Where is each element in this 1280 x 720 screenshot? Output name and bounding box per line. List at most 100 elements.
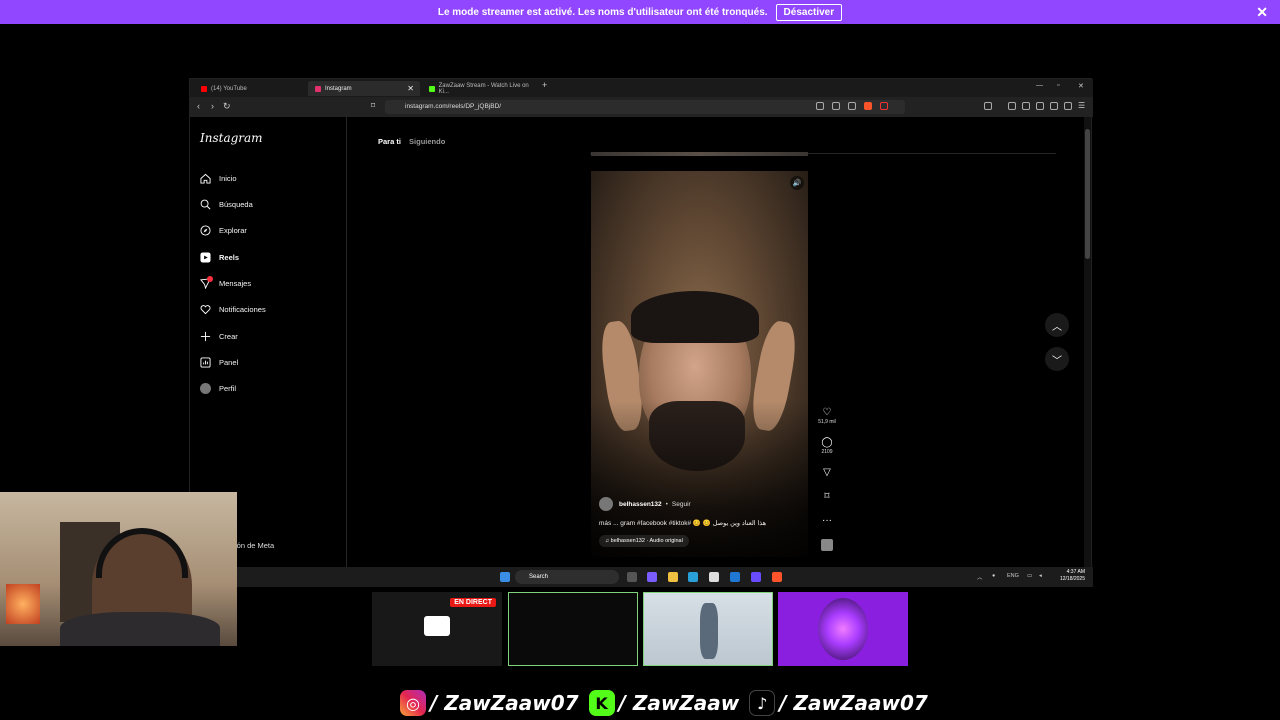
close-tab-icon[interactable]: ✕ — [407, 84, 414, 93]
maximize-icon[interactable]: ▫ — [1057, 82, 1059, 89]
plus-icon — [200, 331, 211, 342]
store-icon[interactable] — [709, 572, 719, 582]
save-button[interactable]: ⌑ — [816, 491, 838, 515]
previous-reel-button[interactable]: ︿ — [1045, 313, 1069, 337]
brand-logo — [818, 598, 868, 660]
music-icon[interactable] — [1008, 102, 1016, 110]
next-reel-button[interactable]: ﹀ — [1045, 347, 1069, 371]
task-view-icon[interactable] — [627, 572, 637, 582]
browser-window: (14) YouTube Instagram ✕ ZawZaaw Stream … — [189, 78, 1093, 587]
stream-thumbnail-live[interactable]: EN DIRECT — [372, 592, 502, 666]
forward-icon[interactable]: › — [211, 101, 214, 111]
audio-thumbnail[interactable] — [816, 539, 838, 553]
webcam-shirt — [60, 612, 220, 646]
meta-footer-link[interactable]: ión de Meta — [235, 541, 274, 550]
tab-siguiendo[interactable]: Siguiendo — [409, 137, 445, 146]
heart-icon — [200, 304, 211, 315]
sidebar-item-panel[interactable]: Panel — [200, 355, 238, 369]
sidebar-item-busqueda[interactable]: Búsqueda — [200, 197, 253, 211]
feed-tabs: Para ti Siguiendo — [378, 137, 451, 146]
sidebar-item-mensajes[interactable]: Mensajes — [200, 275, 252, 290]
ai-icon[interactable] — [1050, 102, 1058, 110]
extensions-icon[interactable] — [1036, 102, 1044, 110]
disable-streamer-mode-button[interactable]: Désactiver — [775, 3, 843, 21]
page-scrollbar[interactable] — [1084, 117, 1091, 567]
author-avatar[interactable] — [599, 497, 613, 511]
sidebar-item-notificaciones[interactable]: Notificaciones — [200, 302, 266, 316]
menu-icon[interactable]: ☰ — [1078, 101, 1085, 110]
reels-icon — [200, 251, 211, 263]
scrollbar-thumb[interactable] — [1085, 129, 1090, 259]
instagram-logo[interactable]: Instagram — [200, 131, 263, 145]
brave-icon[interactable] — [772, 572, 782, 582]
avatar-icon — [200, 382, 211, 394]
sidebar-item-reels[interactable]: Reels — [200, 250, 239, 264]
split-view-icon[interactable] — [1022, 102, 1030, 110]
brave-shield-icon[interactable] — [864, 102, 872, 110]
sidebar-item-explorar[interactable]: Explorar — [200, 223, 247, 237]
reel-video[interactable]: 🔊 belhassen132 • Seguir más ... gram #fa… — [591, 171, 808, 557]
stream-thumbnail-brand[interactable] — [778, 592, 908, 666]
network-icon[interactable]: ▭ — [1027, 573, 1032, 579]
url-field[interactable]: instagram.com/reels/DP_jQBjBD/ — [385, 100, 905, 114]
tab-youtube[interactable]: (14) YouTube — [194, 81, 306, 96]
edge-icon[interactable] — [688, 572, 698, 582]
sidebar-item-crear[interactable]: Crear — [200, 329, 238, 343]
back-icon[interactable]: ‹ — [197, 101, 200, 111]
chevron-up-icon: ︿ — [1052, 321, 1062, 333]
tab-instagram[interactable]: Instagram ✕ — [308, 81, 420, 96]
video-hair — [631, 291, 759, 343]
speaker-icon[interactable]: ◂ — [1039, 573, 1042, 579]
taskbar-search[interactable]: Search — [515, 570, 619, 584]
close-icon[interactable]: ✕ — [1256, 4, 1268, 21]
sidebar-item-inicio[interactable]: Inicio — [200, 171, 237, 185]
tab-label: Instagram — [325, 85, 352, 92]
window-close-icon[interactable]: ✕ — [1078, 82, 1084, 90]
tab-kick[interactable]: ZawZaaw Stream - Watch Live on Ki... — [422, 81, 534, 96]
volume-icon[interactable]: 🔊 — [790, 176, 804, 190]
audio-chip[interactable]: ♫ belhassen132 · Audio original — [599, 535, 689, 547]
author-username[interactable]: belhassen132 — [619, 501, 662, 508]
reel-author: belhassen132 • Seguir — [599, 497, 691, 511]
mic-icon[interactable]: ● — [992, 573, 995, 579]
webcam-lamp — [6, 584, 40, 624]
messenger-icon — [200, 275, 213, 289]
share-button[interactable]: ▽ — [816, 467, 838, 491]
sidebar-item-label: Notificaciones — [219, 304, 266, 314]
share-icon[interactable] — [848, 102, 856, 110]
language-indicator[interactable]: ENG — [1007, 573, 1019, 579]
follow-button[interactable]: Seguir — [672, 501, 691, 508]
tiktok-icon: ♪ — [749, 690, 776, 716]
sidebar-item-label: Crear — [219, 331, 238, 341]
cast-icon[interactable] — [816, 102, 824, 110]
minimize-icon[interactable]: — — [1036, 82, 1043, 89]
rewards-icon[interactable] — [880, 102, 888, 110]
tab-para-ti[interactable]: Para ti — [378, 137, 401, 146]
more-options-button[interactable]: ··· — [816, 515, 838, 539]
windows-start-icon[interactable] — [500, 572, 510, 582]
stream-thumbnail-cam[interactable] — [508, 592, 638, 666]
copilot-icon[interactable] — [647, 572, 657, 582]
like-button[interactable]: ♡ 51,9 mil — [816, 407, 838, 437]
search-icon — [200, 199, 211, 210]
bookmark-icon: ⌑ — [824, 491, 830, 502]
sidebar-item-label: Mensajes — [219, 278, 252, 288]
file-explorer-icon[interactable] — [668, 572, 678, 582]
mail-icon[interactable] — [730, 572, 740, 582]
sidebar-toggle-icon[interactable] — [984, 102, 992, 110]
new-tab-button[interactable]: + — [542, 80, 547, 90]
reload-icon[interactable]: ↻ — [223, 101, 231, 112]
sidebar-item-perfil[interactable]: Perfil — [200, 381, 236, 395]
comment-button[interactable]: ◯ 2109 — [816, 437, 838, 467]
home-icon — [200, 173, 211, 184]
translate-icon[interactable] — [832, 102, 840, 110]
taskbar-clock[interactable]: 4:37 AM 12/18/2025 — [1060, 569, 1085, 583]
discord-icon[interactable] — [751, 572, 761, 582]
stream-thumbnail-scene[interactable] — [643, 592, 773, 666]
url-text: instagram.com/reels/DP_jQBjBD/ — [405, 103, 502, 110]
bookmark-icon[interactable]: ⌑ — [371, 101, 375, 110]
tab-label: (14) YouTube — [211, 85, 247, 92]
reel-caption[interactable]: más ... gram #facebook #tiktok# 😊 😊 هذا … — [599, 519, 769, 527]
vpn-icon[interactable] — [1064, 102, 1072, 110]
tray-chevron-icon[interactable]: ︿ — [977, 573, 983, 581]
